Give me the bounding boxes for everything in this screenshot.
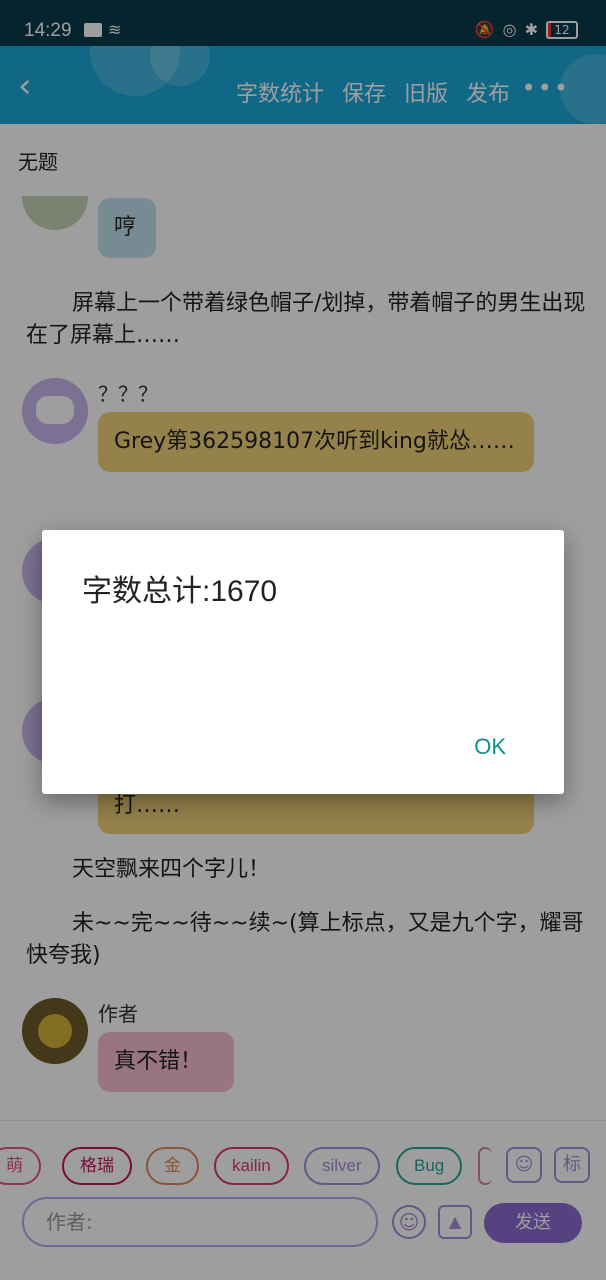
- word-count-dialog: 字数总计:1670 OK: [42, 530, 564, 794]
- dialog-message: 字数总计:1670: [82, 575, 278, 608]
- ok-button[interactable]: OK: [474, 734, 506, 760]
